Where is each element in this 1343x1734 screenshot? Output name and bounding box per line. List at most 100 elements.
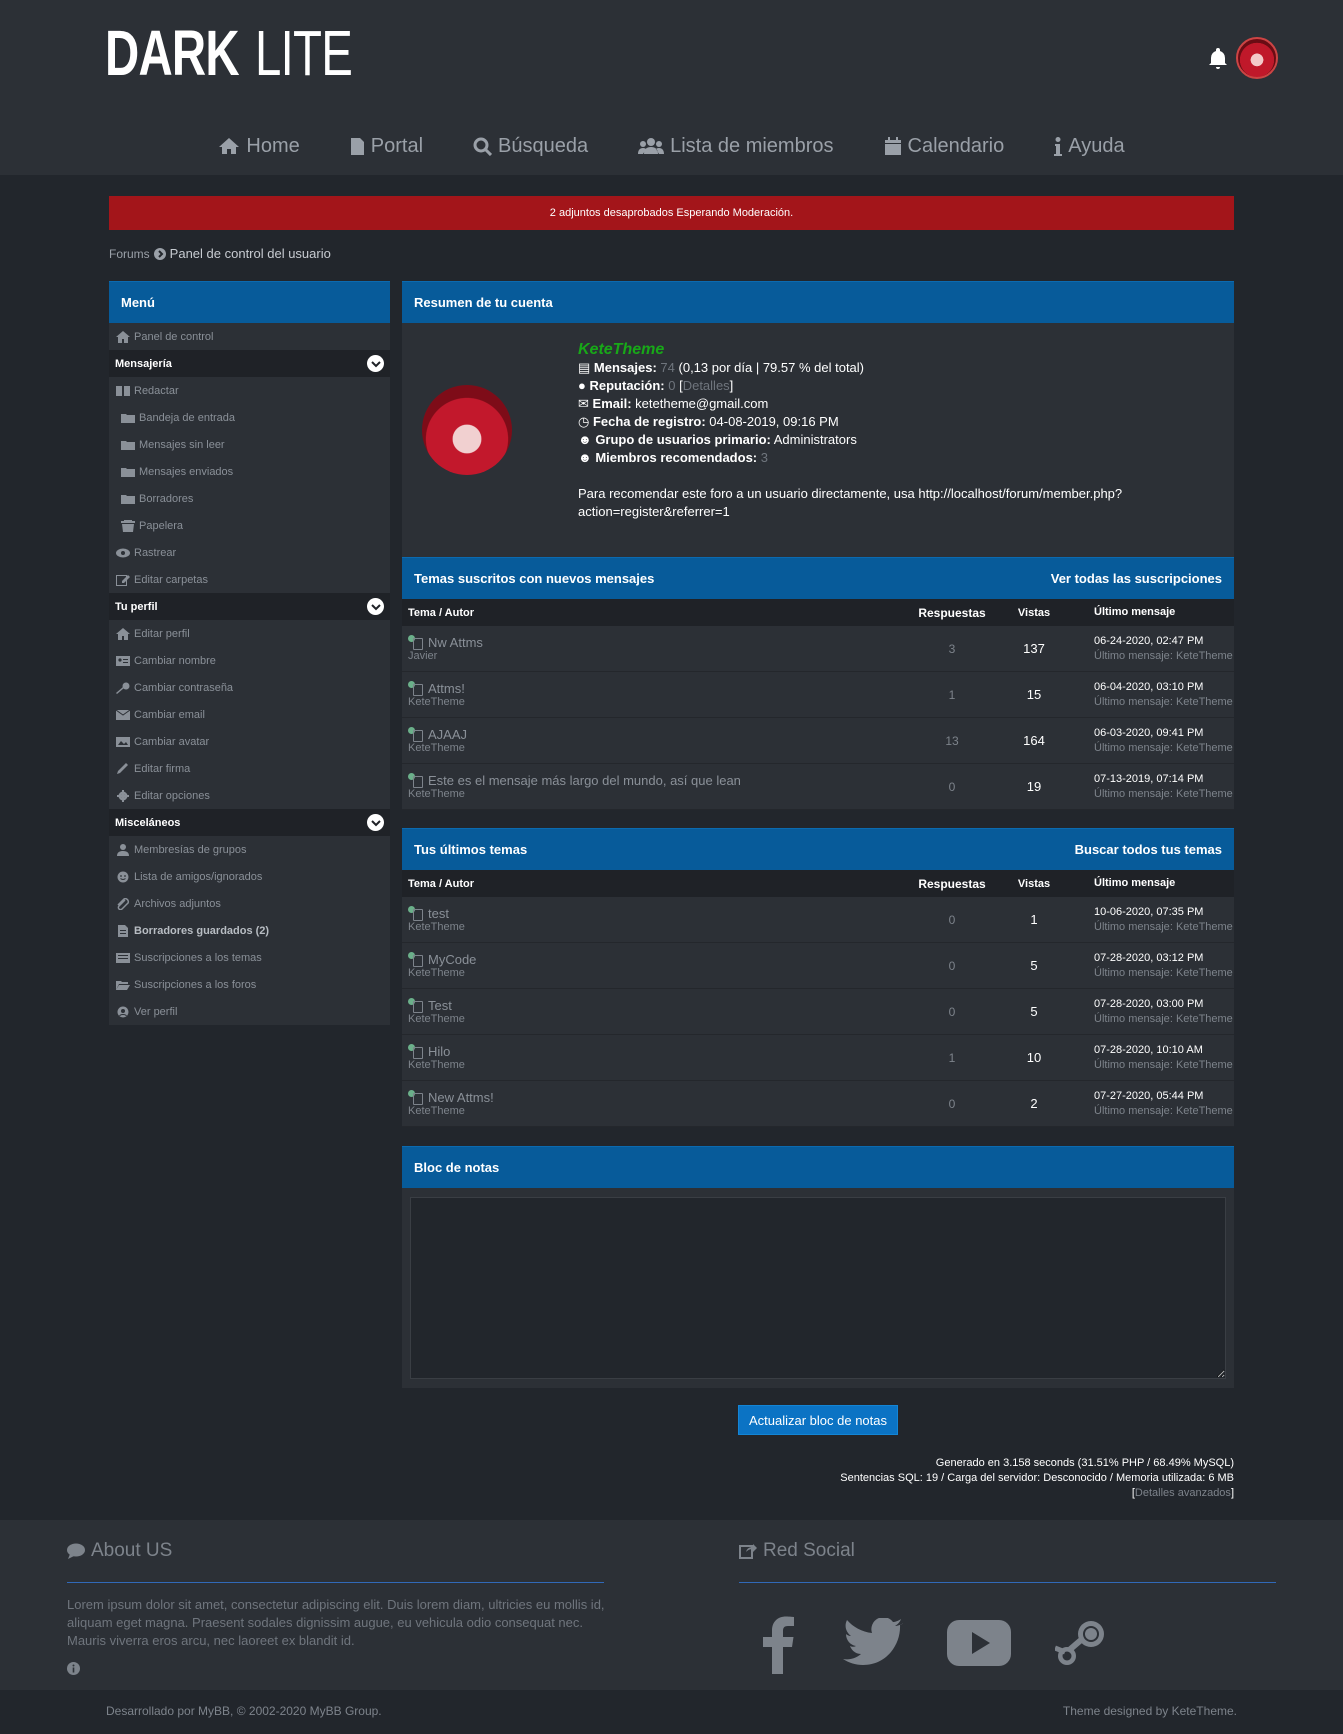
last-post-date[interactable]: 06-03-2020, 09:41 PM: [1094, 726, 1234, 741]
referrals-count[interactable]: 3: [761, 450, 768, 465]
thread-author[interactable]: KeteTheme: [408, 696, 465, 708]
thread-title-link[interactable]: Hilo: [428, 1044, 450, 1059]
nav-home[interactable]: Home: [218, 128, 300, 164]
sidebar-item-edit-signature[interactable]: Editar firma: [109, 755, 390, 782]
thread-title-link[interactable]: Nw Attms: [428, 635, 483, 650]
last-post-author[interactable]: KeteTheme: [1176, 650, 1233, 662]
thread-author[interactable]: KeteTheme: [408, 921, 465, 933]
twitter-icon[interactable]: [843, 1617, 907, 1671]
last-post-date[interactable]: 06-04-2020, 03:10 PM: [1094, 680, 1234, 695]
replies-cell[interactable]: 0: [900, 959, 1004, 973]
thread-title-link[interactable]: New Attms!: [428, 1090, 494, 1105]
thread-author[interactable]: Javier: [408, 650, 483, 662]
sidebar-item-thread-subscriptions[interactable]: Suscripciones a los temas: [109, 944, 390, 971]
replies-cell[interactable]: 1: [900, 688, 1004, 702]
sidebar-item-compose[interactable]: Redactar: [109, 377, 390, 404]
sidebar-item-trash[interactable]: Papelera: [109, 512, 390, 539]
steam-icon[interactable]: [1054, 1616, 1109, 1673]
bell-icon[interactable]: [1206, 46, 1230, 73]
last-post-link[interactable]: Último mensaje: [1094, 921, 1170, 933]
info-icon[interactable]: [67, 1662, 80, 1678]
last-post-date[interactable]: 07-27-2020, 05:44 PM: [1094, 1089, 1234, 1104]
replies-cell[interactable]: 13: [900, 734, 1004, 748]
last-post-date[interactable]: 07-28-2020, 03:00 PM: [1094, 997, 1234, 1012]
replies-cell[interactable]: 1: [900, 1051, 1004, 1065]
last-post-author[interactable]: KeteTheme: [1176, 696, 1233, 708]
user-avatar[interactable]: [1236, 37, 1278, 79]
sidebar-item-change-password[interactable]: Cambiar contraseña: [109, 674, 390, 701]
last-post-author[interactable]: KeteTheme: [1176, 1105, 1233, 1117]
sidebar-item-inbox[interactable]: Bandeja de entrada: [109, 404, 390, 431]
search-all-threads-link[interactable]: Buscar todos tus temas: [1075, 829, 1222, 870]
sidebar-item-change-avatar[interactable]: Cambiar avatar: [109, 728, 390, 755]
nav-help[interactable]: Ayuda: [1054, 128, 1125, 164]
thread-title-link[interactable]: test: [428, 906, 449, 921]
replies-cell[interactable]: 0: [900, 1005, 1004, 1019]
last-post-link[interactable]: Último mensaje: [1094, 788, 1170, 800]
last-post-link[interactable]: Último mensaje: [1094, 696, 1170, 708]
last-post-link[interactable]: Último mensaje: [1094, 650, 1170, 662]
thread-title-link[interactable]: MyCode: [428, 952, 476, 967]
username-link[interactable]: KeteTheme: [578, 341, 664, 358]
sidebar-item-view-profile[interactable]: Ver perfil: [109, 998, 390, 1025]
last-post-link[interactable]: Último mensaje: [1094, 1059, 1170, 1071]
sidebar-item-change-name[interactable]: Cambiar nombre: [109, 647, 390, 674]
thread-title-link[interactable]: Este es el mensaje más largo del mundo, …: [428, 773, 741, 788]
nav-calendar[interactable]: Calendario: [884, 128, 1004, 164]
last-post-link[interactable]: Último mensaje: [1094, 1105, 1170, 1117]
sidebar-item-unread[interactable]: Mensajes sin leer: [109, 431, 390, 458]
thread-author[interactable]: KeteTheme: [408, 1105, 494, 1117]
sidebar-item-edit-profile[interactable]: Editar perfil: [109, 620, 390, 647]
thread-author[interactable]: KeteTheme: [408, 1059, 465, 1071]
last-post-author[interactable]: KeteTheme: [1176, 788, 1233, 800]
sidebar-section-profile[interactable]: Tu perfil: [109, 593, 390, 620]
last-post-link[interactable]: Último mensaje: [1094, 742, 1170, 754]
sidebar-item-control-panel[interactable]: Panel de control: [109, 323, 390, 350]
last-post-date[interactable]: 07-28-2020, 10:10 AM: [1094, 1043, 1234, 1058]
chevron-down-icon[interactable]: [367, 355, 384, 372]
notepad-textarea[interactable]: [410, 1197, 1226, 1379]
sidebar-item-change-email[interactable]: Cambiar email: [109, 701, 390, 728]
nav-portal[interactable]: Portal: [350, 128, 423, 164]
sidebar-section-messaging[interactable]: Mensajería: [109, 350, 390, 377]
advanced-details-link[interactable]: Detalles avanzados: [1135, 1487, 1231, 1499]
theme-credit[interactable]: Theme designed by KeteTheme.: [1063, 1704, 1237, 1718]
view-all-subscriptions-link[interactable]: Ver todas las suscripciones: [1051, 558, 1222, 599]
sidebar-item-edit-options[interactable]: Editar opciones: [109, 782, 390, 809]
last-post-author[interactable]: KeteTheme: [1176, 1013, 1233, 1025]
reputation-details-link[interactable]: Detalles: [683, 378, 730, 393]
thread-author[interactable]: KeteTheme: [408, 1013, 465, 1025]
sidebar-item-sent[interactable]: Mensajes enviados: [109, 458, 390, 485]
facebook-icon[interactable]: [755, 1612, 799, 1677]
replies-cell[interactable]: 0: [900, 1097, 1004, 1111]
last-post-link[interactable]: Último mensaje: [1094, 1013, 1170, 1025]
site-logo[interactable]: DARK LITE: [105, 21, 386, 85]
thread-author[interactable]: KeteTheme: [408, 967, 476, 979]
chevron-down-icon[interactable]: [367, 598, 384, 615]
profile-avatar[interactable]: [422, 385, 512, 475]
last-post-link[interactable]: Último mensaje: [1094, 967, 1170, 979]
sidebar-item-forum-subscriptions[interactable]: Suscripciones a los foros: [109, 971, 390, 998]
last-post-date[interactable]: 06-24-2020, 02:47 PM: [1094, 634, 1234, 649]
thread-title-link[interactable]: Attms!: [428, 681, 465, 696]
sidebar-item-drafts[interactable]: Borradores: [109, 485, 390, 512]
thread-author[interactable]: KeteTheme: [408, 788, 741, 800]
replies-cell[interactable]: 0: [900, 780, 1004, 794]
moderation-alert[interactable]: 2 adjuntos desaprobados Esperando Modera…: [109, 196, 1234, 230]
thread-title-link[interactable]: Test: [428, 998, 452, 1013]
nav-search[interactable]: Búsqueda: [473, 128, 588, 164]
thread-author[interactable]: KeteTheme: [408, 742, 467, 754]
youtube-icon[interactable]: [947, 1620, 1011, 1669]
breadcrumb-root[interactable]: Forums: [109, 247, 150, 261]
sidebar-section-misc[interactable]: Misceláneos: [109, 809, 390, 836]
posts-count[interactable]: 74: [660, 360, 674, 375]
chevron-down-icon[interactable]: [367, 814, 384, 831]
last-post-date[interactable]: 10-06-2020, 07:35 PM: [1094, 905, 1234, 920]
thread-title-link[interactable]: AJAAJ: [428, 727, 467, 742]
sidebar-item-buddy-list[interactable]: Lista de amigos/ignorados: [109, 863, 390, 890]
replies-cell[interactable]: 0: [900, 913, 1004, 927]
sidebar-item-saved-drafts[interactable]: Borradores guardados (2): [109, 917, 390, 944]
replies-cell[interactable]: 3: [900, 642, 1004, 656]
update-notepad-button[interactable]: Actualizar bloc de notas: [738, 1405, 898, 1435]
last-post-date[interactable]: 07-28-2020, 03:12 PM: [1094, 951, 1234, 966]
